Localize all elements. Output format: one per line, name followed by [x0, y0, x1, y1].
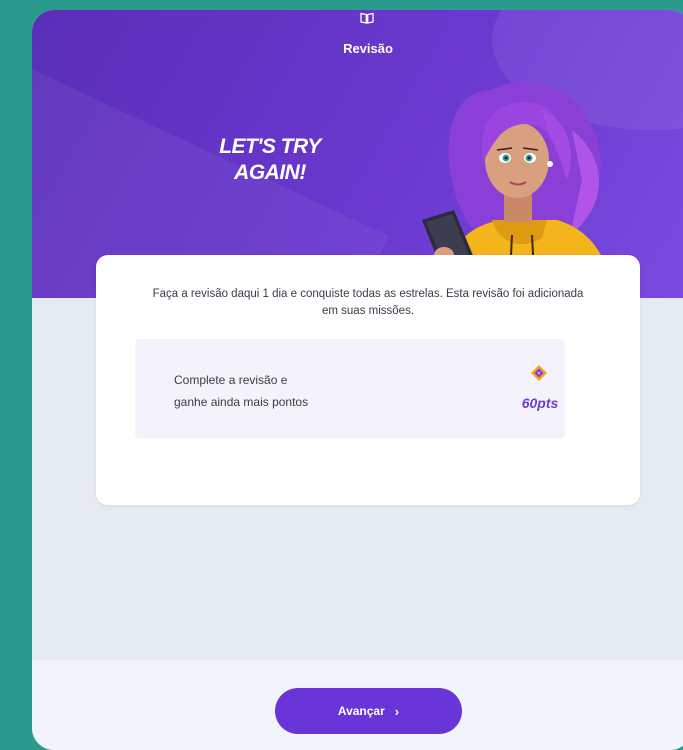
- chevron-right-icon: ›: [394, 703, 400, 719]
- advance-button-label: Avançar: [337, 704, 385, 718]
- reward-text: Complete a revisão e ganhe ainda mais po…: [174, 369, 394, 413]
- book-open-icon: [360, 12, 374, 24]
- headline-line-1: LET'S TRY: [219, 135, 321, 158]
- review-message: Faça a revisão daqui 1 dia e conquiste t…: [152, 288, 584, 317]
- advance-button[interactable]: Avançar ›: [275, 688, 462, 734]
- gem-icon: [531, 365, 547, 381]
- page-title: Revisão: [343, 41, 393, 56]
- app-frame: Revisão LET'S TRY AGAIN! Faça a revisão …: [32, 10, 683, 750]
- headline-line-2: AGAIN!: [234, 161, 306, 184]
- reward-text-line-1: Complete a revisão e: [174, 373, 288, 387]
- reward-box: Complete a revisão e ganhe ainda mais po…: [135, 339, 565, 438]
- reward-points: 60pts: [521, 395, 559, 411]
- top-bar: Revisão: [32, 10, 683, 66]
- reward-text-line-2: ganhe ainda mais pontos: [174, 395, 309, 409]
- hero-headline: LET'S TRY AGAIN!: [200, 134, 340, 186]
- review-card: Faça a revisão daqui 1 dia e conquiste t…: [96, 255, 640, 505]
